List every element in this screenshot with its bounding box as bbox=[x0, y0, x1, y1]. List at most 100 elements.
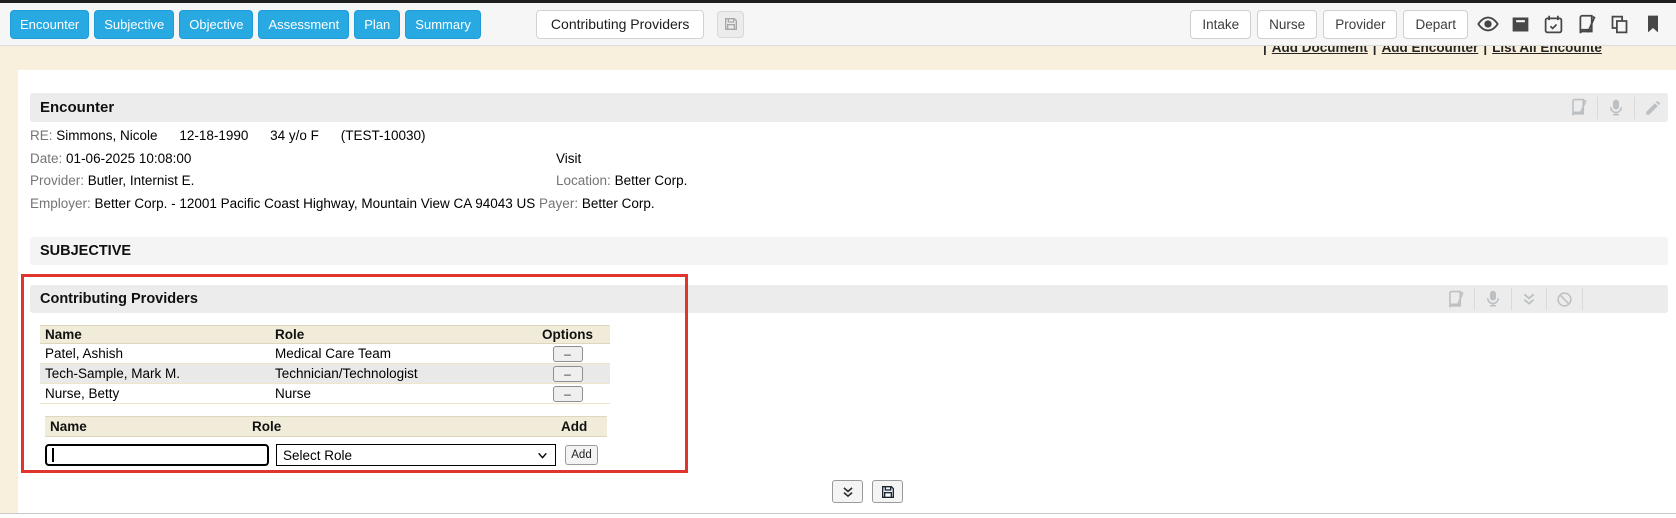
date-label: Date: bbox=[30, 151, 62, 166]
top-toolbar: Encounter Subjective Objective Assessmen… bbox=[0, 0, 1676, 46]
main-panel: Encounter bbox=[18, 70, 1676, 513]
provider-label: Provider: bbox=[30, 173, 84, 188]
provider-value: Butler, Internist E. bbox=[88, 173, 195, 188]
depart-button[interactable]: Depart bbox=[1403, 10, 1468, 39]
table-header-row: Name Role Options bbox=[40, 326, 610, 344]
plan-nav-button[interactable]: Plan bbox=[354, 10, 400, 39]
assessment-nav-button[interactable]: Assessment bbox=[258, 10, 349, 39]
book-button[interactable] bbox=[1573, 11, 1600, 38]
visit-type: Visit bbox=[556, 148, 581, 171]
role-column-header: Role bbox=[270, 326, 525, 344]
date-line: Date: 01-06-2025 10:08:00 Visit bbox=[30, 148, 1668, 171]
save-icon bbox=[880, 484, 896, 500]
book-icon[interactable] bbox=[1569, 98, 1588, 117]
encounter-header-icons bbox=[1569, 93, 1662, 122]
patient-dob: 12-18-1990 bbox=[179, 128, 248, 143]
encounter-section-header: Encounter bbox=[30, 93, 1668, 122]
encounter-details: RE: Simmons, Nicole 12-18-1990 34 y/o F … bbox=[30, 125, 1668, 215]
remove-provider-button[interactable]: – bbox=[553, 366, 583, 382]
toolbar-stage-group: Intake Nurse Provider Depart bbox=[1190, 10, 1666, 39]
table-row: Nurse, Betty Nurse – bbox=[40, 384, 610, 404]
save-all-button[interactable] bbox=[872, 480, 903, 503]
screen: |Add Document|Add Encounter|List All Enc… bbox=[0, 0, 1676, 518]
contributing-providers-title: Contributing Providers bbox=[30, 291, 198, 307]
location-group: Location: Better Corp. bbox=[556, 170, 687, 193]
book-icon bbox=[1576, 14, 1597, 35]
text-caret bbox=[52, 448, 54, 462]
form-title-box: Contributing Providers bbox=[536, 10, 705, 39]
save-form-button-disabled[interactable] bbox=[717, 11, 744, 38]
copy-button[interactable] bbox=[1606, 11, 1633, 38]
remove-provider-button[interactable]: – bbox=[553, 346, 583, 362]
remove-provider-button[interactable]: – bbox=[553, 386, 583, 402]
provider-button[interactable]: Provider bbox=[1323, 10, 1397, 39]
options-column-header: Options bbox=[525, 326, 610, 344]
subjective-nav-button[interactable]: Subjective bbox=[94, 10, 174, 39]
provider-name-cell: Nurse, Betty bbox=[40, 384, 270, 404]
provider-role-cell: Technician/Technologist bbox=[270, 364, 525, 384]
employer-value: Better Corp. - 12001 Pacific Coast Highw… bbox=[95, 196, 536, 211]
encounter-nav-button[interactable]: Encounter bbox=[10, 10, 89, 39]
save-icon bbox=[723, 16, 739, 32]
provider-role-cell: Nurse bbox=[270, 384, 525, 404]
form-title: Contributing Providers bbox=[551, 16, 690, 32]
objective-nav-button[interactable]: Objective bbox=[179, 10, 253, 39]
role-select-value: Select Role bbox=[283, 448, 352, 463]
pencil-icon[interactable] bbox=[1644, 99, 1662, 117]
contributing-providers-header-icons bbox=[1446, 285, 1592, 313]
copy-icon bbox=[1609, 14, 1630, 35]
employer-label: Employer: bbox=[30, 196, 91, 211]
subjective-title: SUBJECTIVE bbox=[30, 243, 131, 259]
add-column-header: Add bbox=[559, 417, 607, 436]
disable-icon[interactable] bbox=[1556, 291, 1573, 308]
summary-nav-button[interactable]: Summary bbox=[405, 10, 481, 39]
table-row: Tech-Sample, Mark M. Technician/Technolo… bbox=[40, 364, 610, 384]
name-column-header: Name bbox=[40, 326, 270, 344]
divider bbox=[1474, 288, 1475, 310]
encounter-title: Encounter bbox=[30, 99, 114, 116]
collapse-icon[interactable] bbox=[1521, 291, 1537, 307]
microphone-icon[interactable] bbox=[1607, 99, 1625, 117]
patient-test-id: (TEST-10030) bbox=[341, 128, 426, 143]
add-provider-button[interactable]: Add bbox=[565, 445, 598, 465]
divider bbox=[1546, 288, 1547, 310]
eye-icon bbox=[1477, 13, 1499, 35]
intake-button[interactable]: Intake bbox=[1190, 10, 1251, 39]
provider-name-cell: Patel, Ashish bbox=[40, 344, 270, 364]
role-select[interactable]: Select Role bbox=[276, 444, 556, 466]
re-label: RE: bbox=[30, 128, 53, 143]
divider bbox=[1597, 97, 1598, 119]
footer-buttons bbox=[832, 480, 903, 503]
subjective-section-header: SUBJECTIVE bbox=[30, 237, 1668, 265]
location-value: Better Corp. bbox=[615, 173, 688, 188]
patient-age-sex: 34 y/o F bbox=[270, 128, 319, 143]
microphone-icon[interactable] bbox=[1484, 290, 1502, 308]
add-provider-form: Name Role Add Select Role Add bbox=[45, 416, 607, 466]
divider bbox=[1511, 288, 1512, 310]
eye-button[interactable] bbox=[1474, 11, 1501, 38]
patient-name: Simmons, Nicole bbox=[56, 128, 157, 143]
below-divider-area bbox=[0, 514, 1676, 518]
archive-button[interactable] bbox=[1507, 11, 1534, 38]
book-icon[interactable] bbox=[1446, 290, 1465, 309]
chevron-down-icon bbox=[536, 449, 549, 462]
contributing-providers-table: Name Role Options Patel, Ashish Medical … bbox=[40, 325, 610, 404]
payer-value: Better Corp. bbox=[582, 196, 655, 211]
table-row: Patel, Ashish Medical Care Team – bbox=[40, 344, 610, 364]
collapse-all-button[interactable] bbox=[832, 480, 863, 503]
toolbar-nav-group: Encounter Subjective Objective Assessmen… bbox=[10, 10, 744, 39]
name-input-wrap bbox=[45, 444, 269, 466]
contributing-providers-header: Contributing Providers bbox=[30, 285, 1668, 313]
provider-name-input[interactable] bbox=[45, 444, 269, 466]
bookmark-button[interactable] bbox=[1639, 11, 1666, 38]
archive-icon bbox=[1510, 14, 1531, 35]
calendar-check-icon bbox=[1543, 14, 1564, 35]
payer-label: Payer: bbox=[539, 196, 578, 211]
provider-line: Provider: Butler, Internist E. Location:… bbox=[30, 170, 1668, 193]
provider-role-cell: Medical Care Team bbox=[270, 344, 525, 364]
employer-line: Employer: Better Corp. - 12001 Pacific C… bbox=[30, 193, 1668, 216]
provider-name-cell: Tech-Sample, Mark M. bbox=[40, 364, 270, 384]
nurse-button[interactable]: Nurse bbox=[1257, 10, 1317, 39]
add-role-header: Role bbox=[247, 417, 559, 436]
calendar-check-button[interactable] bbox=[1540, 11, 1567, 38]
